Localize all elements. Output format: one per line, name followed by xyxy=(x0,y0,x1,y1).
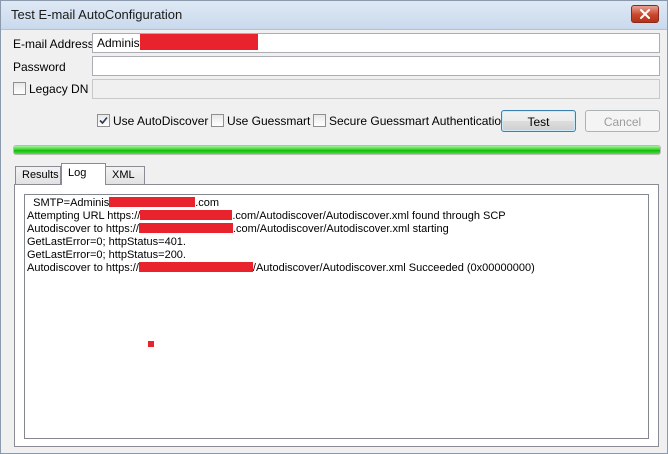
email-redaction xyxy=(140,34,258,50)
log-line: Autodiscover to https:///Autodiscover/Au… xyxy=(27,262,535,274)
redaction-mark xyxy=(138,262,253,272)
tab-xml[interactable]: XML xyxy=(105,166,145,184)
secure-guessmart-checkbox[interactable] xyxy=(313,114,326,127)
tab-results[interactable]: Results xyxy=(15,166,61,184)
window-title: Test E-mail AutoConfiguration xyxy=(11,7,183,22)
tab-log[interactable]: Log xyxy=(61,163,106,185)
log-textbox[interactable]: SMTP=Adminis .com Attempting URL https://… xyxy=(24,194,649,439)
email-label: E-mail Address xyxy=(13,37,94,51)
progress-bar xyxy=(13,145,661,155)
secure-guessmart-label: Secure Guessmart Authentication xyxy=(329,114,508,128)
log-line: Attempting URL https://.com/Autodiscover… xyxy=(27,210,506,222)
progress-fill xyxy=(14,146,660,154)
redaction-mark xyxy=(140,210,233,220)
use-guessmart-label: Use Guessmart xyxy=(227,114,311,128)
legacy-dn-label: Legacy DN xyxy=(29,82,89,96)
log-line: GetLastError=0; httpStatus=200. xyxy=(27,249,186,261)
title-bar[interactable]: Test E-mail AutoConfiguration xyxy=(1,1,667,30)
checkmark-icon xyxy=(99,116,108,125)
test-button[interactable]: Test xyxy=(501,110,576,132)
cancel-button[interactable]: Cancel xyxy=(585,110,660,132)
redaction-mark xyxy=(138,223,233,233)
close-icon xyxy=(640,9,650,19)
log-line: SMTP=Adminis .com xyxy=(27,197,220,209)
close-button[interactable] xyxy=(631,5,659,23)
redaction-mark xyxy=(109,197,196,207)
use-autodiscover-checkbox[interactable] xyxy=(97,114,110,127)
legacy-dn-checkbox[interactable] xyxy=(13,82,26,95)
use-autodiscover-label: Use AutoDiscover xyxy=(113,114,209,128)
log-tab-panel: SMTP=Adminis .com Attempting URL https://… xyxy=(14,184,659,447)
log-line: Autodiscover to https://.com/Autodiscove… xyxy=(27,223,449,235)
autoconfig-window: Test E-mail AutoConfiguration E-mail Add… xyxy=(0,0,668,454)
password-label: Password xyxy=(13,60,66,74)
use-guessmart-checkbox[interactable] xyxy=(211,114,224,127)
log-line: GetLastError=0; httpStatus=401. xyxy=(27,236,186,248)
redaction-dot xyxy=(148,341,154,347)
password-input[interactable] xyxy=(92,56,660,76)
legacy-dn-input[interactable] xyxy=(92,79,660,99)
